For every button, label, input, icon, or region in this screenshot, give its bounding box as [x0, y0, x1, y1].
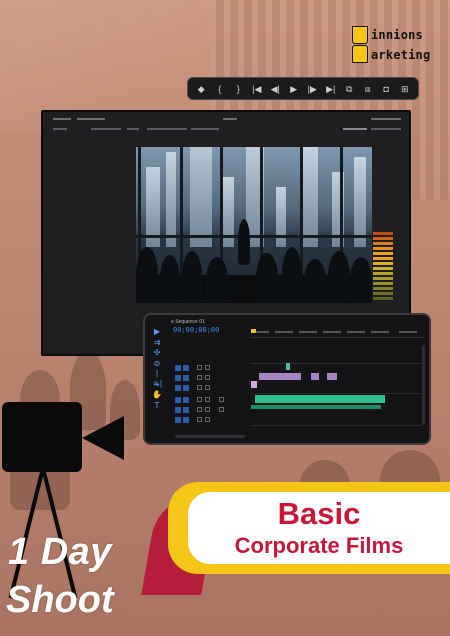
hand-icon[interactable]: ✋ [151, 390, 163, 401]
workspace-tabs [51, 126, 405, 134]
play-icon[interactable]: ▶ [286, 82, 302, 96]
overwrite-icon[interactable]: ⧈ [360, 82, 376, 96]
video-clip[interactable] [327, 373, 337, 380]
track-header-v1[interactable] [171, 385, 251, 392]
marker-icon[interactable]: ◆ [193, 82, 209, 96]
time-ruler[interactable] [251, 329, 423, 338]
banner-title: Basic [277, 496, 361, 531]
timecode-display[interactable]: 00;00;00;00 [173, 326, 219, 334]
in-point-icon[interactable]: { [212, 82, 228, 96]
button-editor-icon[interactable]: ⊞ [397, 82, 413, 96]
tagline-line2: Shoot [6, 579, 114, 621]
track-select-icon[interactable]: ⇉ [151, 338, 163, 349]
sequence-tab[interactable]: ≡ Sequence 01 [171, 319, 205, 325]
tools-panel: ▶ ⇉ ✣ ⊘ |↔| ✎ ✋ T [151, 327, 163, 437]
type-tool-icon[interactable]: T [151, 401, 163, 412]
logo-mark-icon [352, 26, 368, 63]
audio-clip[interactable] [255, 395, 385, 403]
track-header-a2[interactable] [171, 407, 251, 414]
timeline-panel: ▶ ⇉ ✣ ⊘ |↔| ✎ ✋ T ≡ Sequence 01 00;00;00;00 [143, 313, 431, 445]
ripple-edit-icon[interactable]: ✣ [151, 348, 163, 359]
timeline-horizontal-scrollbar[interactable] [175, 435, 245, 438]
transport-controls-bar: ◆{} |◀ ◀| ▶ |▶ ▶| ⧉ ⧈ ◘ ⊞ [187, 77, 419, 100]
selection-tool-icon[interactable]: ▶ [151, 327, 163, 338]
audio-level-meter [373, 232, 393, 302]
timeline-vertical-scrollbar[interactable] [422, 345, 425, 425]
banner-subtitle: Corporate Films [234, 533, 404, 558]
step-back-icon[interactable]: ◀| [267, 82, 283, 96]
brand-logo: innions arketing [352, 26, 432, 66]
logo-text-line2: arketing [371, 48, 431, 62]
go-to-in-icon[interactable]: |◀ [249, 82, 265, 96]
playhead[interactable] [251, 329, 256, 333]
video-clip[interactable] [251, 381, 257, 388]
track-header-a3[interactable] [171, 417, 251, 424]
step-forward-icon[interactable]: |▶ [304, 82, 320, 96]
video-clip[interactable] [259, 373, 301, 380]
track-header-v2[interactable] [171, 375, 251, 382]
track-header-v3[interactable] [171, 365, 251, 372]
out-point-icon[interactable]: } [230, 82, 246, 96]
window-menubar [51, 116, 405, 124]
go-to-out-icon[interactable]: ▶| [323, 82, 339, 96]
audio-clip[interactable] [251, 405, 381, 409]
razor-icon[interactable]: ⊘ [151, 359, 163, 370]
insert-icon[interactable]: ⧉ [341, 82, 357, 96]
track-header-a1[interactable] [171, 397, 251, 404]
video-clip[interactable] [311, 373, 319, 380]
video-preview-frame [136, 147, 372, 303]
video-clip[interactable] [286, 363, 290, 370]
export-frame-icon[interactable]: ◘ [378, 82, 394, 96]
slip-icon[interactable]: |↔| [151, 369, 163, 388]
logo-text-line1: innions [371, 28, 423, 42]
tagline-line1: 1 Day [8, 531, 112, 573]
